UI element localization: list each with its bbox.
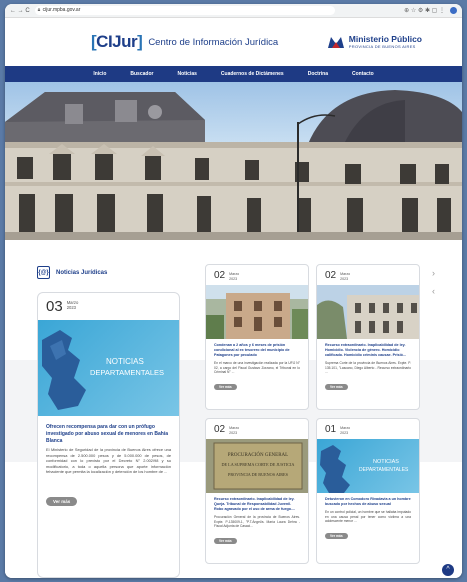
news-card-3[interactable]: 02 Marzo 2023 PROCURACIÓN GENERAL DE LA S… <box>205 418 309 564</box>
ministry-emblem-icon <box>327 36 344 48</box>
lock-icon: 🔒︎ <box>37 7 41 13</box>
featured-image-text-2: DEPARTAMENTALES <box>90 368 164 377</box>
logo-mark: [CIJur] <box>91 32 143 51</box>
carousel-prev-icon[interactable]: ‹ <box>432 286 435 296</box>
news-section: {@} Noticias Jurídicas 03 Marzo 2023 NOTI… <box>5 240 462 578</box>
address-url: cijur.mpba.gov.ar <box>42 7 81 13</box>
site-name: Centro de Información Jurídica <box>148 36 279 48</box>
nav-item-doctrina[interactable]: Doctrina <box>296 66 340 82</box>
cijur-logo[interactable]: [CIJur] Centro de Información Jurídica <box>91 32 278 52</box>
nav-item-buscador[interactable]: Buscador <box>118 66 165 82</box>
news-year: 2023 <box>229 276 238 281</box>
card4-image-text-2: DEPARTAMENTALES <box>359 467 409 473</box>
nav-item-contacto[interactable]: Contacto <box>340 66 386 82</box>
ver-mas-button[interactable]: Ver más <box>214 383 237 390</box>
news-day: 02 <box>325 270 337 281</box>
news-day: 03 <box>46 298 63 315</box>
news-card-title[interactable]: Condenan a 2 años y 6 meses de prisión c… <box>206 339 308 358</box>
featured-news-text: El Ministerio de Seguridad de la provinc… <box>46 447 171 475</box>
news-image <box>317 285 419 340</box>
browser-window: ← → C 🔒︎ cijur.mpba.gov.ar ⊕ ☆ ⚙ ✱ ▢ ⋮ [… <box>5 4 462 578</box>
news-card-title[interactable]: Recurso extraordinario. Inaplicabilidad … <box>317 339 419 358</box>
featured-news-card[interactable]: 03 Marzo 2023 NOTICIAS DEPARTAMENTALES Of… <box>37 292 180 578</box>
news-section-title: Noticias Jurídicas <box>56 269 108 276</box>
news-day: 02 <box>214 424 226 435</box>
news-year: 2023 <box>66 305 77 311</box>
plaque-line-1: PROCURACIÓN GENERAL <box>228 452 288 458</box>
nav-item-cuadernos[interactable]: Cuadernos de Dictámenes <box>209 66 296 82</box>
scroll-to-top-button[interactable]: ^ <box>442 564 454 576</box>
news-card-4[interactable]: 01 Marzo 2023 NOTICIAS DEPARTAMENTALES De… <box>316 418 420 564</box>
news-card-text: En el marco de una investigación realiza… <box>214 361 300 375</box>
site-header: [CIJur] Centro de Información Jurídica M… <box>5 18 462 66</box>
news-section-icon: {@} <box>37 266 50 279</box>
plaque-line-3: PROVINCIA DE BUENOS AIRES <box>228 472 289 477</box>
news-year: 2023 <box>340 276 349 281</box>
featured-ver-mas-button[interactable]: Ver más <box>46 496 78 506</box>
news-card-2[interactable]: 02 Marzo 2023 Recurso extraordinario. Ina… <box>316 264 420 410</box>
news-image: PROCURACIÓN GENERAL DE LA SUPREMA CORTE … <box>206 439 308 494</box>
news-card-title[interactable]: Detuvieron en Comodoro Rivadavia a un ho… <box>317 493 419 507</box>
ministry-name: Ministerio Público <box>348 34 422 45</box>
news-day: 02 <box>214 270 226 281</box>
main-nav: Inicio Buscador Noticias Cuadernos de Di… <box>5 66 462 82</box>
hero-banner-image <box>5 82 462 240</box>
nav-item-inicio[interactable]: Inicio <box>81 66 118 82</box>
news-image: NOTICIAS DEPARTAMENTALES <box>38 320 179 416</box>
browser-toolbar-icons[interactable]: ⊕ ☆ ⚙ ✱ ▢ ⋮ <box>404 7 445 14</box>
news-card-title[interactable]: Recurso extraordinario. Inaplicabilidad … <box>206 493 308 512</box>
news-card-text: Procuración General de la provincia de B… <box>214 515 300 529</box>
ver-mas-button[interactable]: Ver más <box>325 532 348 539</box>
news-year: 2023 <box>229 430 238 435</box>
ver-mas-button[interactable]: Ver más <box>214 537 237 544</box>
browser-toolbar: ← → C 🔒︎ cijur.mpba.gov.ar ⊕ ☆ ⚙ ✱ ▢ ⋮ <box>5 4 462 18</box>
ministry-logo[interactable]: Ministerio Público PROVINCIA DE BUENOS A… <box>327 35 422 49</box>
nav-item-noticias[interactable]: Noticias <box>165 66 208 82</box>
news-card-1[interactable]: 02 Marzo 2023 Condenan a 2 años y 6 meses… <box>205 264 309 410</box>
news-card-text: En un control policial, un hombre que se… <box>325 510 411 524</box>
news-image <box>206 285 308 340</box>
news-card-text: Suprema Corte de la provincia de Buenos … <box>325 361 411 375</box>
news-date: 03 Marzo 2023 <box>38 293 179 318</box>
news-year: 2023 <box>340 430 349 435</box>
card4-image-text-1: NOTICIAS <box>373 459 399 465</box>
carousel-next-icon[interactable]: › <box>432 268 435 278</box>
news-section-header: {@} Noticias Jurídicas <box>37 266 107 279</box>
news-image: NOTICIAS DEPARTAMENTALES <box>317 439 419 494</box>
browser-actions: ⊕ ☆ ⚙ ✱ ▢ ⋮ <box>404 7 457 14</box>
ministry-province: PROVINCIA DE BUENOS AIRES <box>348 43 416 49</box>
plaque-line-2: DE LA SUPREMA CORTE DE JUSTICIA <box>222 462 295 467</box>
address-bar[interactable]: 🔒︎ cijur.mpba.gov.ar <box>34 6 335 15</box>
news-day: 01 <box>325 424 337 435</box>
featured-news-title[interactable]: Ofrecen recompensa para dar con un prófu… <box>38 416 179 444</box>
browser-nav-buttons[interactable]: ← → C <box>10 4 30 18</box>
profile-avatar-icon[interactable] <box>450 7 457 14</box>
ver-mas-button[interactable]: Ver más <box>325 383 348 390</box>
featured-image-text-1: NOTICIAS <box>106 357 144 366</box>
